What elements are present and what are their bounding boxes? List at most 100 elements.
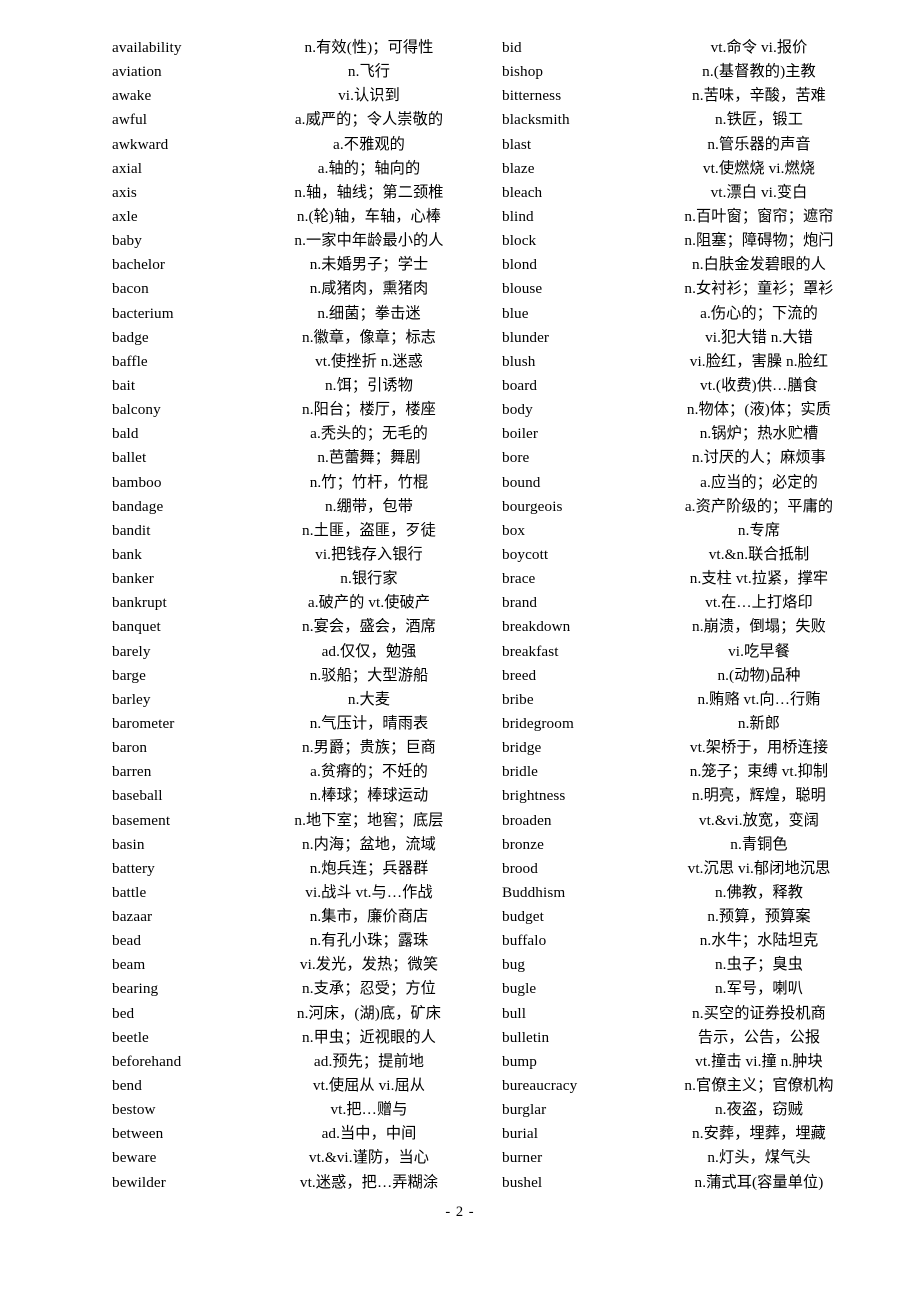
entry-definition: a.威严的；令人崇敬的 — [294, 111, 444, 129]
entry-definition: n.预算，预算案 — [707, 908, 811, 926]
entry-definition: vt.&vi.放宽，变阔 — [698, 811, 820, 829]
document-page: availability n.有效(性)；可得性 aviation n.飞行 awake… — [0, 0, 920, 1302]
entry-definition: n.炮兵连；兵器群 — [309, 859, 429, 877]
entry-definition: vt.命令 vi.报价 — [710, 39, 808, 56]
entry-definition: n.阻塞；障碍物；炮闩 — [684, 232, 834, 250]
vocabulary-entry: blast n.管乐器的声音 — [502, 133, 882, 157]
entry-term: battery — [112, 859, 155, 877]
vocabulary-entry: bitterness n.苦味，辛酸，苦难 — [502, 84, 882, 108]
entry-term: baron — [112, 739, 148, 757]
entry-definition: n.夜盗，窃贼 — [714, 1101, 804, 1119]
entry-term: bandage — [112, 497, 164, 515]
vocabulary-entry: blush vi.脸红，害臊 n.脸红 — [502, 350, 882, 374]
entry-definition: n.锅炉；热水贮槽 — [699, 425, 819, 443]
entry-term: blouse — [502, 280, 543, 298]
entry-term: barometer — [112, 714, 175, 732]
entry-term: bewilder — [112, 1173, 166, 1191]
vocabulary-entry: barometer n.气压计，晴雨表 — [112, 712, 492, 736]
vocabulary-entry: bid vt.命令 vi.报价 — [502, 36, 882, 60]
vocabulary-entry: awake vi.认识到 — [112, 84, 492, 108]
entry-term: barely — [112, 642, 151, 660]
entry-term: bald — [112, 425, 139, 443]
vocabulary-entry: ballet n.芭蕾舞；舞剧 — [112, 446, 492, 470]
vocabulary-entry: baby n.一家中年龄最小的人 — [112, 229, 492, 253]
entry-term: bachelor — [112, 256, 166, 274]
vocabulary-entry: battle vi.战斗 vt.与…作战 — [112, 881, 492, 905]
entry-definition: a.贫瘠的；不妊的 — [310, 763, 428, 781]
entry-term: badge — [112, 328, 149, 346]
entry-term: balcony — [112, 401, 161, 419]
entry-term: broaden — [502, 811, 552, 829]
entry-definition: n.未婚男子；学士 — [309, 256, 429, 274]
entry-definition: n.土匪，盗匪，歹徒 — [302, 521, 436, 539]
vocabulary-entry: bandit n.土匪，盗匪，歹徒 — [112, 519, 492, 543]
vocabulary-entry: blunder vi.犯大错 n.大错 — [502, 326, 882, 350]
vocabulary-entry: bank vi.把钱存入银行 — [112, 543, 492, 567]
entry-term: bronze — [502, 835, 544, 853]
entry-definition: n.有效(性)；可得性 — [304, 39, 434, 56]
vocabulary-entry: blacksmith n.铁匠，锻工 — [502, 108, 882, 132]
vocabulary-entry: buffalo n.水牛；水陆坦克 — [502, 929, 882, 953]
entry-term: baseball — [112, 787, 163, 805]
entry-term: budget — [502, 908, 544, 926]
entry-definition: n.苦味，辛酸，苦难 — [692, 87, 826, 105]
entry-term: axis — [112, 183, 137, 201]
vocabulary-entry: burglar n.夜盗，窃贼 — [502, 1098, 882, 1122]
entry-term: awake — [112, 87, 152, 105]
entry-definition: n.驳船；大型游船 — [309, 666, 429, 684]
entry-term: bridle — [502, 763, 539, 781]
vocabulary-entry: beware vt.&vi.谨防，当心 — [112, 1146, 492, 1170]
entry-term: ballet — [112, 449, 147, 467]
entry-term: bestow — [112, 1101, 156, 1119]
entry-definition: vi.战斗 vt.与…作战 — [305, 883, 433, 901]
entry-definition: n.水牛；水陆坦克 — [699, 932, 819, 950]
vocabulary-columns: availability n.有效(性)；可得性 aviation n.飞行 awake… — [0, 36, 920, 1195]
entry-definition: n.佛教，释教 — [714, 883, 804, 901]
entry-definition: n.物体；(液)体；实质 — [686, 401, 832, 419]
vocabulary-entry: blouse n.女衬衫；童衫；罩衫 — [502, 277, 882, 301]
entry-term: blind — [502, 207, 534, 225]
vocabulary-entry: brightness n.明亮，辉煌，聪明 — [502, 784, 882, 808]
entry-term: brood — [502, 859, 538, 877]
entry-term: breakfast — [502, 642, 559, 660]
entry-definition: n.官僚主义；官僚机构 — [684, 1077, 834, 1095]
entry-definition: vt.在…上打烙印 — [705, 594, 813, 612]
entry-term: bacon — [112, 280, 149, 298]
vocabulary-entry: battery n.炮兵连；兵器群 — [112, 857, 492, 881]
entry-term: breed — [502, 666, 537, 684]
entry-definition: ad.预先；提前地 — [313, 1052, 425, 1070]
entry-term: boycott — [502, 545, 549, 563]
entry-definition: n.笼子；束缚 vt.抑制 — [689, 763, 829, 781]
entry-term: box — [502, 521, 526, 539]
entry-term: banker — [112, 570, 154, 588]
vocabulary-entry: bump vt.撞击 vi.撞 n.肿块 — [502, 1050, 882, 1074]
vocabulary-entry: boycott vt.&n.联合抵制 — [502, 543, 882, 567]
entry-term: bug — [502, 956, 526, 974]
vocabulary-entry: awful a.威严的；令人崇敬的 — [112, 108, 492, 132]
vocabulary-entry: brand vt.在…上打烙印 — [502, 591, 882, 615]
vocabulary-entry: barley n.大麦 — [112, 688, 492, 712]
entry-definition: n.百叶窗；窗帘；遮帘 — [684, 207, 834, 225]
vocabulary-entry: bulletin 告示，公告，公报 — [502, 1026, 882, 1050]
entry-definition: n.地下室；地窖；底层 — [294, 811, 444, 829]
entry-definition: vt.使燃烧 vi.燃烧 — [702, 159, 816, 177]
entry-term: basement — [112, 811, 171, 829]
entry-term: between — [112, 1125, 164, 1143]
entry-definition: vi.发光，发热；微笑 — [299, 956, 439, 974]
entry-term: brightness — [502, 787, 566, 805]
vocabulary-entry: bug n.虫子；臭虫 — [502, 953, 882, 977]
entry-term: bandit — [112, 521, 151, 539]
entry-term: bacterium — [112, 304, 174, 322]
vocabulary-entry: bewilder vt.迷惑，把…弄糊涂 — [112, 1171, 492, 1195]
vocabulary-entry: box n.专席 — [502, 519, 882, 543]
vocabulary-entry: basement n.地下室；地窖；底层 — [112, 809, 492, 833]
vocabulary-entry: bacterium n.细菌；拳击迷 — [112, 302, 492, 326]
entry-definition: n.咸猪肉，熏猪肉 — [309, 280, 429, 298]
entry-term: awful — [112, 111, 148, 129]
entry-definition: vt.沉思 vi.郁闭地沉思 — [687, 859, 831, 877]
entry-definition: n.讨厌的人；麻烦事 — [692, 449, 826, 467]
entry-term: boiler — [502, 425, 539, 443]
entry-term: bridegroom — [502, 714, 574, 732]
entry-term: awkward — [112, 135, 169, 153]
vocabulary-entry: barge n.驳船；大型游船 — [112, 664, 492, 688]
